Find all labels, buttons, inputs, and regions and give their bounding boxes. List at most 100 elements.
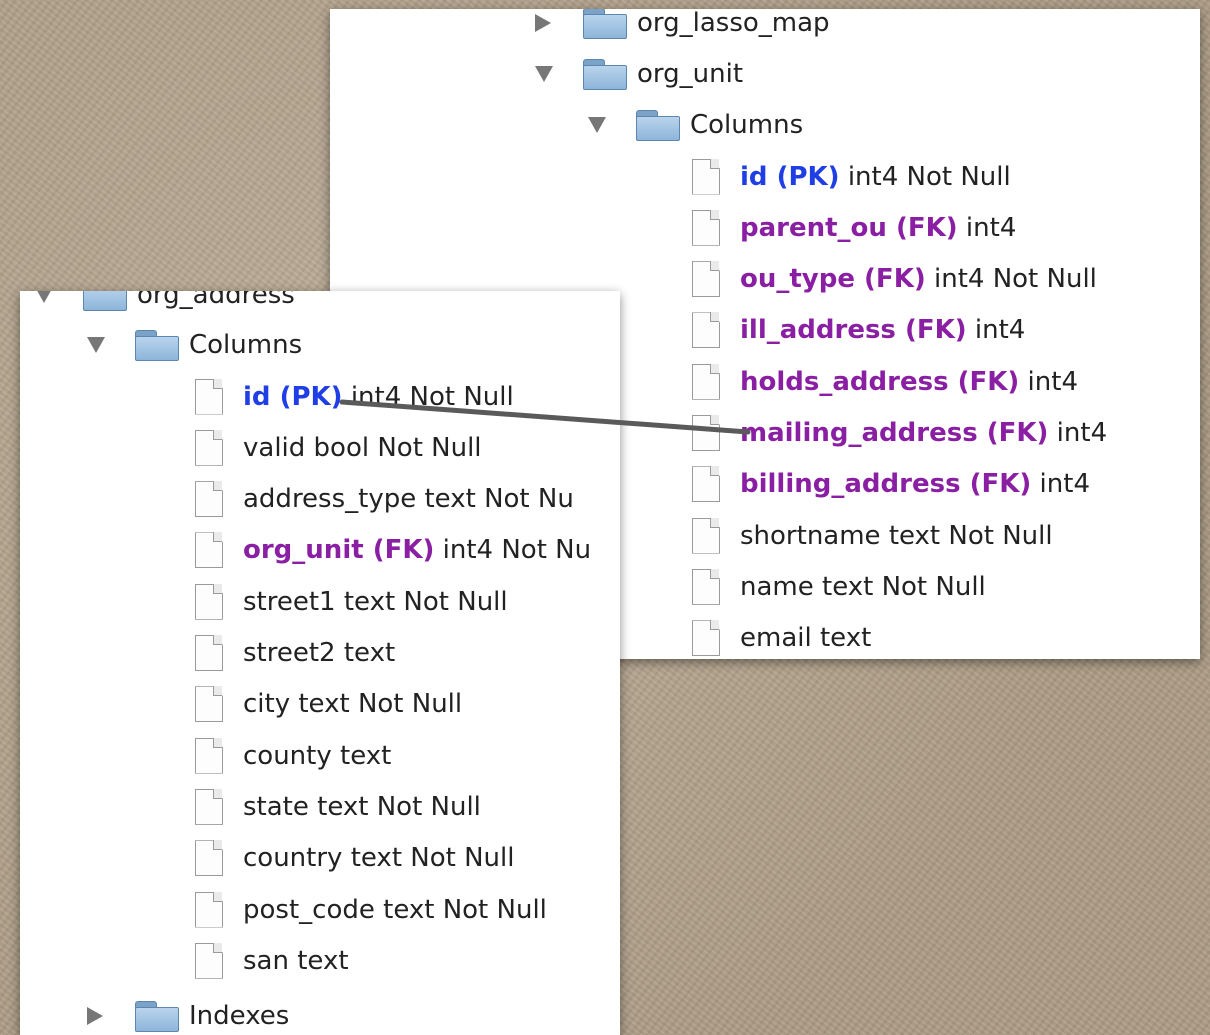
column-definition: int4	[1027, 366, 1078, 397]
column-definition: name text Not Null	[740, 571, 986, 602]
column-row[interactable]: san text	[195, 935, 349, 986]
column-row[interactable]: name text Not Null	[692, 561, 986, 612]
column-definition: email text	[740, 623, 872, 654]
collapse-arrow-icon[interactable]	[535, 65, 583, 82]
document-icon	[692, 466, 720, 503]
document-icon	[692, 158, 720, 195]
column-row[interactable]: street1 text Not Null	[195, 576, 508, 627]
folder-icon	[636, 109, 680, 141]
column-row[interactable]: valid bool Not Null	[195, 422, 482, 473]
folder-icon	[583, 9, 627, 39]
column-definition: street1 text Not Null	[243, 586, 508, 617]
primary-key-name: id (PK)	[740, 161, 840, 192]
tree-node-indexes[interactable]: Indexes	[87, 990, 289, 1035]
tree-node-org-unit[interactable]: org_unit	[535, 48, 743, 99]
column-definition: country text Not Null	[243, 843, 515, 874]
document-icon	[692, 363, 720, 400]
column-definition: state text Not Null	[243, 791, 481, 822]
document-icon	[195, 378, 223, 415]
indexes-label: Indexes	[189, 1000, 290, 1031]
column-row[interactable]: street2 text	[195, 628, 395, 679]
document-icon	[195, 635, 223, 671]
document-icon	[692, 312, 720, 349]
document-icon	[692, 517, 720, 554]
document-icon	[195, 429, 223, 466]
tree-node-org-address[interactable]: org_address	[35, 291, 295, 320]
document-icon	[195, 737, 223, 774]
tree-node-org-lasso-map[interactable]: org_lasso_map	[535, 9, 830, 48]
column-row[interactable]: state text Not Null	[195, 781, 481, 832]
column-definition: int4	[1039, 469, 1090, 500]
column-definition: county text	[243, 740, 392, 771]
column-definition: int4 Not Null	[847, 161, 1011, 192]
expand-arrow-icon[interactable]	[87, 1006, 135, 1025]
tree-node-columns[interactable]: Columns	[588, 99, 803, 150]
foreign-key-name: parent_ou (FK)	[740, 212, 958, 243]
foreign-key-name: mailing_address (FK)	[740, 418, 1049, 448]
org-address-tree-panel: org_address Columns id (PK) int4 Not Nul…	[20, 291, 620, 1035]
foreign-key-name: ou_type (FK)	[740, 264, 926, 295]
primary-key-name: id (PK)	[243, 381, 343, 412]
collapse-arrow-icon[interactable]	[35, 291, 83, 303]
column-row[interactable]: ou_type (FK) int4 Not Null	[692, 254, 1097, 305]
column-row[interactable]: city text Not Null	[195, 679, 462, 730]
column-row[interactable]: id (PK) int4 Not Null	[195, 371, 514, 422]
column-row[interactable]: holds_address (FK) int4	[692, 356, 1078, 407]
document-icon	[195, 942, 223, 979]
column-definition: int4 Not Null	[934, 264, 1097, 295]
document-icon	[195, 840, 223, 877]
columns-label: Columns	[690, 109, 804, 140]
tree-node-columns[interactable]: Columns	[87, 319, 302, 370]
folder-icon	[135, 329, 179, 361]
document-icon	[692, 620, 720, 657]
document-icon	[692, 415, 720, 451]
table-name: org_address	[137, 291, 295, 310]
document-icon	[195, 788, 223, 825]
column-row[interactable]: country text Not Null	[195, 833, 514, 884]
column-row[interactable]: address_type text Not Nu	[195, 474, 574, 525]
column-row[interactable]: email text	[692, 613, 871, 659]
document-icon	[195, 583, 223, 620]
folder-icon	[583, 58, 627, 90]
column-row[interactable]: billing_address (FK) int4	[692, 459, 1090, 510]
expand-arrow-icon[interactable]	[535, 13, 583, 32]
document-icon	[195, 481, 223, 518]
foreign-key-name: ill_address (FK)	[740, 315, 967, 346]
document-icon	[195, 891, 223, 928]
column-row[interactable]: org_unit (FK) int4 Not Nu	[195, 525, 591, 576]
column-row[interactable]: county text	[195, 730, 391, 781]
foreign-key-name: org_unit (FK)	[243, 535, 435, 566]
document-icon	[195, 532, 223, 569]
folder-icon	[135, 1000, 179, 1032]
column-definition: int4	[1056, 418, 1108, 448]
table-name: org_lasso_map	[637, 9, 830, 38]
folder-icon	[83, 291, 127, 311]
column-definition: street2 text	[243, 638, 396, 668]
column-row[interactable]: mailing_address (FK) int4	[692, 408, 1107, 459]
column-row[interactable]: id (PK) int4 Not Null	[692, 151, 1011, 202]
table-name: org_unit	[637, 58, 744, 89]
column-row[interactable]: ill_address (FK) int4	[692, 305, 1025, 356]
column-definition: int4	[974, 315, 1026, 346]
column-definition: int4	[965, 212, 1017, 243]
column-row[interactable]: shortname text Not Null	[692, 510, 1053, 561]
column-definition: shortname text Not Null	[740, 520, 1053, 551]
document-icon	[692, 261, 720, 298]
document-icon	[692, 209, 720, 246]
document-icon	[692, 568, 720, 605]
column-definition: san text	[243, 945, 349, 976]
column-row[interactable]: parent_ou (FK) int4	[692, 202, 1016, 253]
collapse-arrow-icon[interactable]	[588, 116, 636, 133]
column-row[interactable]: post_code text Not Null	[195, 884, 547, 935]
column-definition: int4 Not Nu	[442, 535, 592, 566]
column-definition: post_code text Not Null	[243, 894, 547, 925]
collapse-arrow-icon[interactable]	[87, 336, 135, 353]
